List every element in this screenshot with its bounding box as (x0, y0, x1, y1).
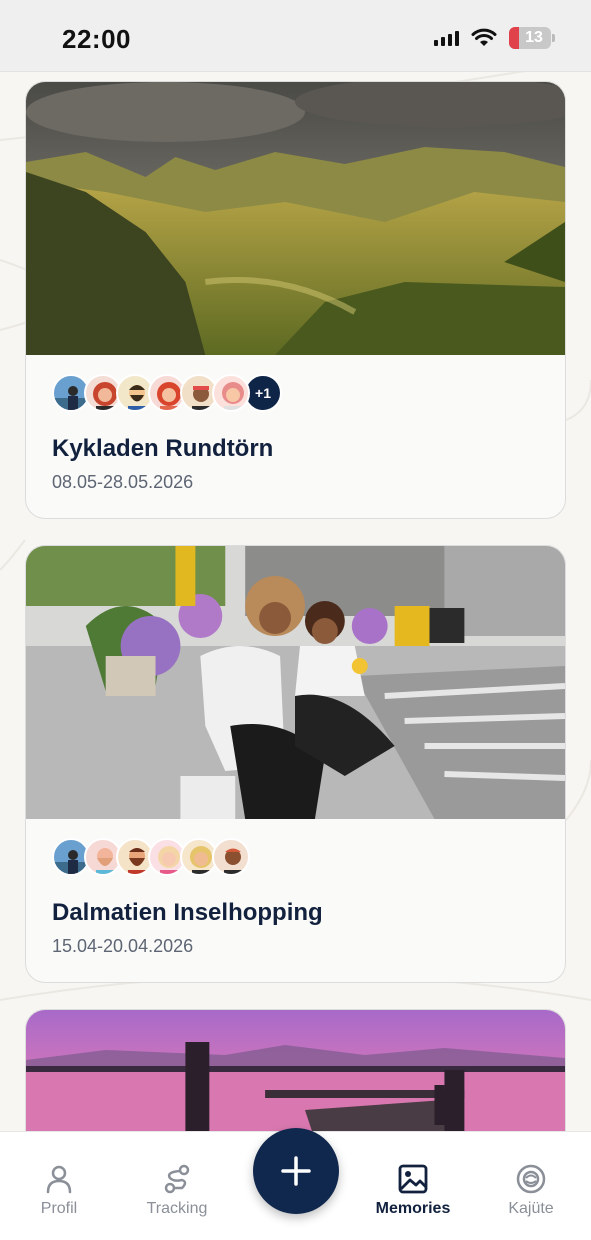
tab-memories[interactable]: Memories (358, 1162, 468, 1218)
memory-cover-image (26, 546, 565, 819)
tab-kajute[interactable]: Kajüte (476, 1162, 586, 1218)
memory-dates: 15.04-20.04.2026 (52, 936, 194, 956)
tab-tracking[interactable]: Tracking (122, 1162, 232, 1218)
memory-card[interactable]: Dalmatien Inselhopping 15.04-20.04.2026 (25, 545, 566, 983)
tab-label: Profil (40, 1200, 78, 1217)
tab-profil[interactable]: Profil (4, 1162, 114, 1218)
memory-title: Dalmatien Inselhopping (52, 899, 323, 926)
battery-level: 13 (525, 29, 543, 46)
tab-label: Memories (375, 1200, 451, 1217)
wifi-icon (471, 28, 497, 46)
tab-label: Tracking (146, 1200, 208, 1217)
image-icon (398, 1164, 428, 1194)
status-time: 22:00 (62, 24, 131, 54)
status-bar: 22:00 13 (0, 0, 591, 72)
cellular-signal-icon (434, 30, 459, 46)
avatar (212, 374, 250, 412)
tab-label: Kajüte (508, 1200, 554, 1217)
memory-cover-image (26, 82, 565, 355)
memory-dates: 08.05-28.05.2026 (52, 472, 194, 492)
route-icon (164, 1164, 190, 1194)
plus-icon (281, 1156, 311, 1186)
lifebuoy-icon (516, 1164, 546, 1194)
status-icons: 13 (434, 27, 555, 49)
participant-avatars[interactable]: +1 (52, 374, 282, 412)
memory-card[interactable]: +1 Kykladen Rundtörn 08.05-28.05.2026 (25, 81, 566, 519)
memory-title: Kykladen Rundtörn (52, 435, 274, 462)
avatar (212, 838, 250, 876)
battery-icon: 13 (509, 27, 555, 49)
participant-avatars[interactable] (52, 838, 250, 876)
person-icon (46, 1165, 72, 1194)
add-memory-button[interactable] (253, 1128, 339, 1214)
